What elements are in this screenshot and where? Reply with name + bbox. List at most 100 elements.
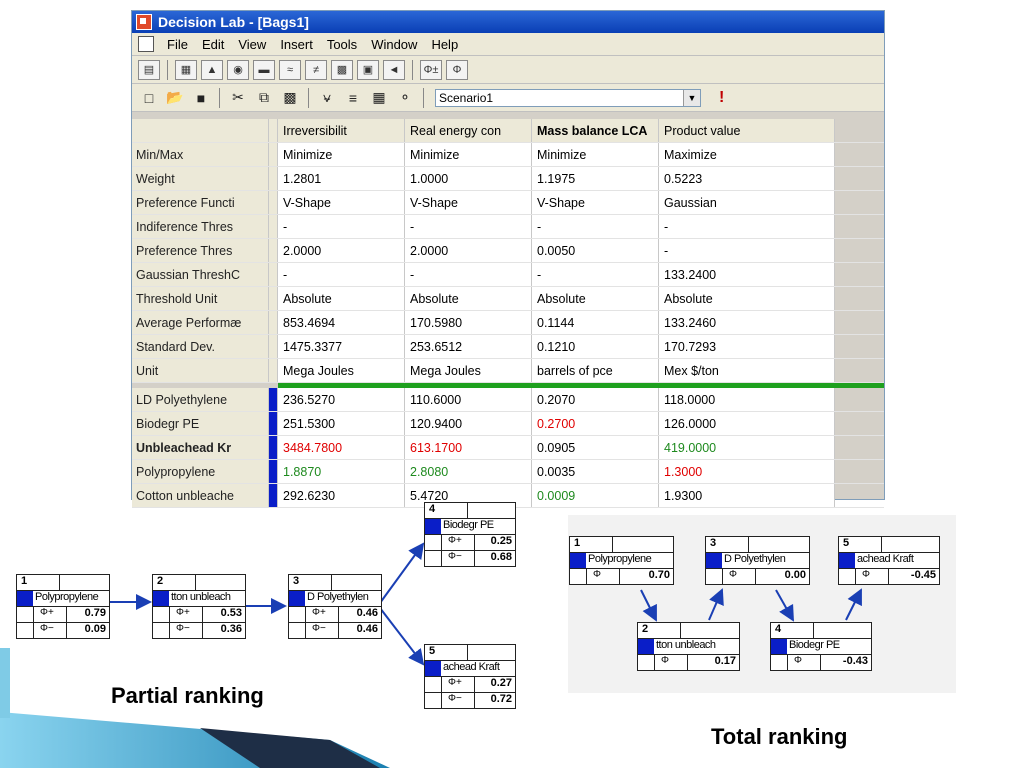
criteria-icon[interactable]: ⍱: [316, 88, 338, 108]
row-header[interactable]: Average Performæ: [132, 311, 269, 334]
save-icon[interactable]: ■: [190, 88, 212, 108]
grid-cell[interactable]: 120.9400: [405, 412, 532, 435]
scenario-select[interactable]: Scenario1 ▼: [435, 88, 701, 107]
row-header[interactable]: Preference Thres: [132, 239, 269, 262]
grid-cell[interactable]: 1.2801: [278, 167, 405, 190]
grid-cell[interactable]: 1.8870: [278, 460, 405, 483]
menu-insert[interactable]: Insert: [273, 37, 320, 52]
grid-cell[interactable]: 2.8080: [405, 460, 532, 483]
properties-icon[interactable]: ▤: [138, 59, 160, 80]
paste-icon[interactable]: ▩: [279, 88, 301, 108]
grid-cell[interactable]: -: [659, 239, 835, 262]
row-header[interactable]: Weight: [132, 167, 269, 190]
partial-node[interactable]: 4 Biodegr PE Φ+ 0.25 Φ− 0.68: [424, 502, 516, 567]
grid-cell[interactable]: 110.6000: [405, 388, 532, 411]
gaia-view-icon[interactable]: ◉: [227, 59, 249, 80]
menu-tools[interactable]: Tools: [320, 37, 364, 52]
row-header[interactable]: Unit: [132, 359, 269, 382]
grid-cell[interactable]: 1475.3377: [278, 335, 405, 358]
actions-icon[interactable]: ≡: [342, 88, 364, 108]
total-node[interactable]: 1 Polypropylene Φ 0.70: [569, 536, 674, 585]
grid-cell[interactable]: V-Shape: [278, 191, 405, 214]
table-view-icon[interactable]: ▦: [175, 59, 197, 80]
grid-cell[interactable]: Gaussian: [659, 191, 835, 214]
partial-node[interactable]: 5 achead Kraft Φ+ 0.27 Φ− 0.72: [424, 644, 516, 709]
grid-cell[interactable]: 0.2700: [532, 412, 659, 435]
bar-chart-icon[interactable]: ▬: [253, 59, 275, 80]
menu-window[interactable]: Window: [364, 37, 424, 52]
total-node[interactable]: 3D Polyethylen Φ 0.00: [705, 536, 810, 585]
grid-cell[interactable]: Absolute: [659, 287, 835, 310]
row-header[interactable]: Standard Dev.: [132, 335, 269, 358]
document-icon[interactable]: [138, 36, 154, 52]
new-file-icon[interactable]: □: [138, 88, 160, 108]
grid-cell[interactable]: 133.2400: [659, 263, 835, 286]
grid-cell[interactable]: 2.0000: [405, 239, 532, 262]
total-node[interactable]: 5 achead Kraft Φ -0.45: [838, 536, 940, 585]
grid-cell[interactable]: 170.5980: [405, 311, 532, 334]
grid-cell[interactable]: 419.0000: [659, 436, 835, 459]
chevron-down-icon[interactable]: ▼: [683, 89, 700, 106]
grid-cell[interactable]: 0.0050: [532, 239, 659, 262]
row-header[interactable]: LD Polyethylene: [132, 388, 269, 411]
partial-node[interactable]: 1 Polypropylene Φ+ 0.79 Φ− 0.09: [16, 574, 110, 639]
ranking-icon[interactable]: ◄: [383, 59, 405, 80]
row-header[interactable]: Biodegr PE: [132, 412, 269, 435]
grid-cell[interactable]: 1.0000: [405, 167, 532, 190]
phi-plus-minus-icon[interactable]: Φ±: [420, 59, 442, 80]
grid-cell[interactable]: -: [278, 263, 405, 286]
grid-cell[interactable]: Mex $/ton: [659, 359, 835, 382]
row-header[interactable]: Polypropylene: [132, 460, 269, 483]
row-header[interactable]: Threshold Unit: [132, 287, 269, 310]
stats-icon[interactable]: ▣: [357, 59, 379, 80]
grid-cell[interactable]: 1.3000: [659, 460, 835, 483]
grid-cell[interactable]: 0.2070: [532, 388, 659, 411]
grid-cell[interactable]: 0.1144: [532, 311, 659, 334]
column-header[interactable]: Product value: [659, 119, 835, 142]
grid-cell[interactable]: 126.0000: [659, 412, 835, 435]
total-node[interactable]: 4 Biodegr PE Φ -0.43: [770, 622, 872, 671]
grid-cell[interactable]: 133.2460: [659, 311, 835, 334]
row-header[interactable]: Min/Max: [132, 143, 269, 166]
menu-view[interactable]: View: [231, 37, 273, 52]
grid-cell[interactable]: 118.0000: [659, 388, 835, 411]
grid-cell[interactable]: 292.6230: [278, 484, 405, 507]
grid-cell[interactable]: Minimize: [405, 143, 532, 166]
grid-cell[interactable]: 0.0009: [532, 484, 659, 507]
copy-icon[interactable]: ⧉: [253, 88, 275, 108]
scenario-icon[interactable]: ⚬: [394, 88, 416, 108]
grid-cell[interactable]: Minimize: [278, 143, 405, 166]
grid-cell[interactable]: 1.9300: [659, 484, 835, 507]
grid-cell[interactable]: -: [532, 263, 659, 286]
grid-cell[interactable]: Mega Joules: [405, 359, 532, 382]
grid-cell[interactable]: -: [278, 215, 405, 238]
row-header[interactable]: Gaussian ThreshϹ: [132, 263, 269, 286]
menu-help[interactable]: Help: [424, 37, 465, 52]
partial-node[interactable]: 2 tton unbleach Φ+ 0.53 Φ− 0.36: [152, 574, 246, 639]
row-header[interactable]: Preference Functi: [132, 191, 269, 214]
grid-cell[interactable]: Minimize: [532, 143, 659, 166]
grid-cell[interactable]: -: [659, 215, 835, 238]
grid-cell[interactable]: 853.4694: [278, 311, 405, 334]
grid-cell[interactable]: 1.1975: [532, 167, 659, 190]
grid-cell[interactable]: 0.0035: [532, 460, 659, 483]
groups-icon[interactable]: ▦: [368, 88, 390, 108]
grid-cell[interactable]: -: [405, 263, 532, 286]
grid-cell[interactable]: Mega Joules: [278, 359, 405, 382]
grid-cell[interactable]: Absolute: [405, 287, 532, 310]
matrix-icon[interactable]: ▩: [331, 59, 353, 80]
grid-cell[interactable]: 236.5270: [278, 388, 405, 411]
warning-icon[interactable]: !: [719, 89, 724, 107]
grid-cell[interactable]: Absolute: [278, 287, 405, 310]
grid-cell[interactable]: 3484.7800: [278, 436, 405, 459]
grid-cell[interactable]: Maximize: [659, 143, 835, 166]
grid-cell[interactable]: V-Shape: [532, 191, 659, 214]
grid-cell[interactable]: 253.6512: [405, 335, 532, 358]
grid-cell[interactable]: 251.5300: [278, 412, 405, 435]
open-folder-icon[interactable]: 📂: [164, 88, 186, 108]
total-node[interactable]: 2 tton unbleach Φ 0.17: [637, 622, 740, 671]
row-header[interactable]: Unbleachead Kr: [132, 436, 269, 459]
grid-cell[interactable]: -: [532, 215, 659, 238]
grid-cell[interactable]: 613.1700: [405, 436, 532, 459]
column-header[interactable]: Irreversibilit: [278, 119, 405, 142]
